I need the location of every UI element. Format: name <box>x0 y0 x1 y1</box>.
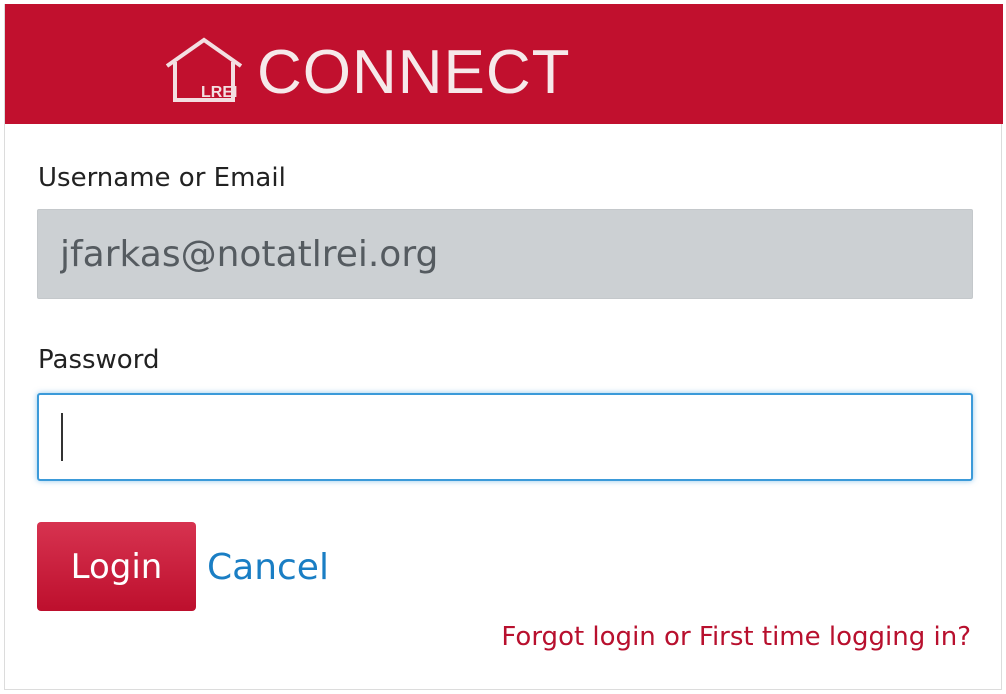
logo-icon-text: LREI <box>201 84 237 101</box>
password-label: Password <box>38 345 160 375</box>
username-label: Username or Email <box>38 163 286 193</box>
username-field[interactable] <box>37 209 973 299</box>
text-caret <box>61 413 63 461</box>
cancel-link[interactable]: Cancel <box>207 546 329 590</box>
house-icon: LREI <box>165 37 243 102</box>
password-field[interactable] <box>37 393 973 481</box>
logo-title: CONNECT <box>257 38 571 107</box>
login-card: LREI CONNECT Username or Email Password … <box>4 4 1003 690</box>
header-bar: LREI CONNECT <box>5 4 1003 124</box>
forgot-login-link[interactable]: Forgot login or First time logging in? <box>501 620 971 654</box>
login-button[interactable]: Login <box>37 522 196 611</box>
